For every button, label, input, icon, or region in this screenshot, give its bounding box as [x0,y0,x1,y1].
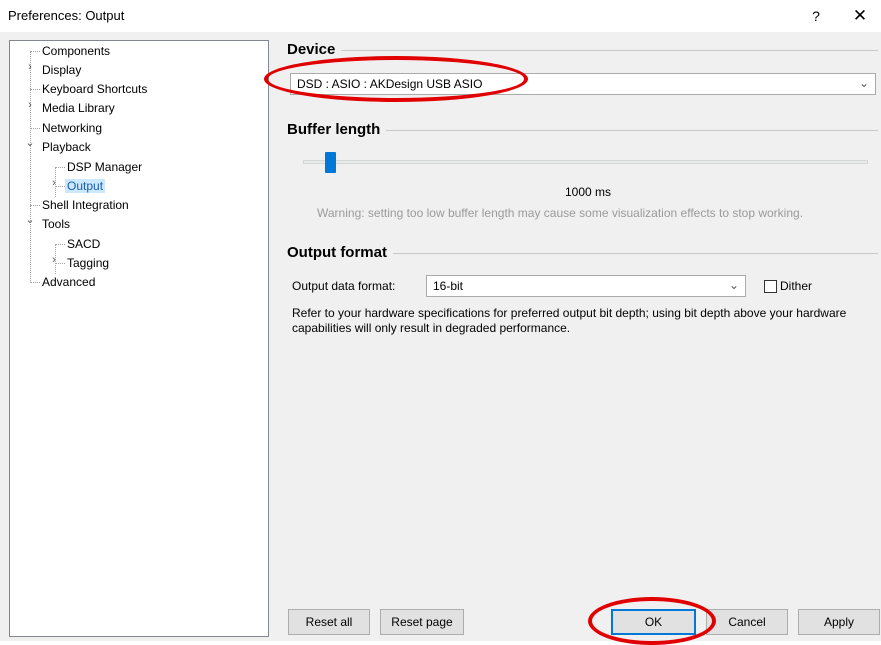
tree-connector [55,167,65,168]
tree-item-playback[interactable]: Playback [40,138,93,156]
buffer-slider-track[interactable] [303,160,868,164]
tree-connector [30,51,31,281]
output-data-format-label: Output data format: [292,279,396,293]
dialog-body: Components › Display Keyboard Shortcuts … [0,32,881,641]
chevron-right-icon[interactable]: › [48,177,60,195]
buffer-section-title: Buffer length [287,121,387,138]
chevron-right-icon[interactable]: › [24,61,36,79]
chevron-down-icon[interactable]: ⌄ [24,136,36,154]
tree-item-label: Display [42,63,82,77]
help-button[interactable]: ? [796,2,836,30]
preferences-tree[interactable]: Components › Display Keyboard Shortcuts … [9,40,269,637]
tree-item-media-library[interactable]: Media Library [40,99,117,117]
tree-item-label: Advanced [42,275,96,289]
tree-item-label: Tools [42,217,71,231]
tree-item-label: Networking [42,121,103,135]
tree-item-label: Media Library [42,101,115,115]
device-select[interactable]: DSD : ASIO : AKDesign USB ASIO ⌄ [290,73,876,95]
close-button[interactable]: ✕ [840,2,880,30]
reset-page-button[interactable]: Reset page [380,609,464,635]
tree-connector [30,205,40,206]
device-divider [290,50,878,51]
chevron-down-icon: ⌄ [858,76,869,90]
tree-item-label: Keyboard Shortcuts [42,82,148,96]
tree-item-networking[interactable]: Networking [40,119,104,137]
tree-item-label: Playback [42,140,91,154]
dither-label: Dither [780,279,813,293]
tree-connector [30,89,40,90]
device-section-title: Device [287,41,342,58]
output-format-note: Refer to your hardware specifications fo… [292,306,847,335]
chevron-right-icon[interactable]: › [48,254,60,272]
tree-item-shell-integration[interactable]: Shell Integration [40,196,131,214]
tree-connector [55,244,65,245]
tree-item-label: SACD [67,237,101,251]
buffer-value-label: 1000 ms [565,185,612,199]
tree-item-dsp-manager[interactable]: DSP Manager [65,158,144,176]
chevron-right-icon[interactable]: › [24,99,36,117]
tree-item-label: Tagging [67,256,110,270]
buffer-slider-thumb[interactable] [325,152,336,173]
tree-item-tagging[interactable]: Tagging [65,254,111,272]
output-data-format-value: 16-bit [433,279,464,293]
output-format-section-title: Output format [287,244,393,261]
ok-button[interactable]: OK [611,609,696,635]
tree-item-tools[interactable]: Tools [40,215,72,233]
tree-item-sacd[interactable]: SACD [65,235,102,253]
tree-item-label: Output [65,179,106,193]
buffer-warning: Warning: setting too low buffer length m… [317,206,804,220]
output-data-format-select[interactable]: 16-bit ⌄ [426,275,746,297]
chevron-down-icon: ⌄ [728,278,739,292]
tree-item-label: DSP Manager [67,160,143,174]
tree-item-display[interactable]: Display [40,61,83,79]
tree-item-label: Shell Integration [42,198,129,212]
tree-item-keyboard-shortcuts[interactable]: Keyboard Shortcuts [40,80,149,98]
tree-item-label: Components [42,44,111,58]
apply-button[interactable]: Apply [798,609,880,635]
tree-connector [30,51,40,52]
dither-checkbox[interactable] [764,280,777,293]
preferences-window: Preferences: Output ? ✕ Components › Dis… [0,0,881,645]
chevron-down-icon[interactable]: ⌄ [24,213,36,231]
title-bar: Preferences: Output ? ✕ [0,0,881,32]
tree-item-advanced[interactable]: Advanced [40,273,97,291]
tree-connector [30,128,40,129]
cancel-button[interactable]: Cancel [706,609,788,635]
window-title: Preferences: Output [8,8,125,23]
tree-item-components[interactable]: Components [40,42,112,60]
device-select-value: DSD : ASIO : AKDesign USB ASIO [297,77,483,91]
tree-item-output[interactable]: Output [65,177,106,195]
tree-connector [30,282,40,283]
reset-all-button[interactable]: Reset all [288,609,370,635]
